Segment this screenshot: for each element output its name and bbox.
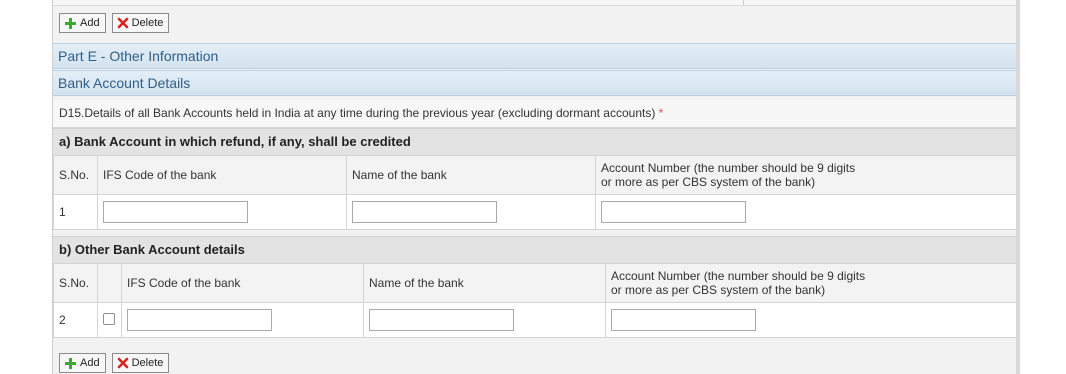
d15-text: D15.Details of all Bank Accounts held in…	[59, 106, 656, 120]
account-number-cell	[605, 302, 1017, 338]
account-number-input[interactable]	[611, 309, 756, 331]
account-header-line1: Account Number (the number should be 9 d…	[611, 269, 866, 283]
col-account-number: Account Number (the number should be 9 d…	[595, 155, 1017, 195]
part-e-header[interactable]: Part E - Other Information	[53, 43, 1017, 69]
col-bank-name: Name of the bank	[363, 263, 606, 303]
ifsc-cell	[121, 302, 364, 338]
row-sno: 2	[53, 302, 98, 338]
select-cell	[97, 302, 122, 338]
delete-row-button-bottom[interactable]: Delete	[111, 353, 170, 373]
ifsc-input[interactable]	[103, 201, 248, 223]
row-select-checkbox[interactable]	[103, 312, 115, 325]
delete-label: Delete	[131, 357, 164, 369]
x-icon	[117, 357, 129, 369]
col-sno: S.No.	[53, 155, 98, 195]
refund-account-heading: a) Bank Account in which refund, if any,…	[53, 128, 1017, 156]
bank-name-cell	[363, 302, 606, 338]
ifsc-input[interactable]	[127, 309, 272, 331]
plus-icon	[64, 357, 77, 370]
add-row-button-top[interactable]: Add	[59, 13, 106, 33]
table-row: 1	[53, 194, 1017, 230]
add-label: Add	[80, 357, 100, 369]
col-account-number: Account Number (the number should be 9 d…	[605, 263, 1017, 303]
table-header-row: S.No. IFS Code of the bank Name of the b…	[53, 155, 1017, 195]
bank-name-input[interactable]	[369, 309, 514, 331]
d15-description: D15.Details of all Bank Accounts held in…	[53, 100, 1017, 128]
itr-form-frame: Add Delete Part E - Other Information Ba…	[52, 0, 1018, 374]
refund-account-table: S.No. IFS Code of the bank Name of the b…	[53, 155, 1017, 230]
bank-name-cell	[346, 194, 596, 230]
x-icon	[117, 17, 129, 29]
add-label: Add	[80, 17, 100, 29]
account-header-line2: or more as per CBS system of the bank)	[601, 175, 816, 189]
bank-account-details-header[interactable]: Bank Account Details	[53, 70, 1017, 96]
delete-row-button-top[interactable]: Delete	[111, 13, 170, 33]
previous-table-bottom	[53, 0, 1017, 6]
row-sno: 1	[53, 194, 98, 230]
account-number-cell	[595, 194, 1017, 230]
required-asterisk: *	[658, 106, 664, 120]
delete-label: Delete	[131, 17, 164, 29]
other-accounts-heading: b) Other Bank Account details	[53, 236, 1017, 264]
account-header-line1: Account Number (the number should be 9 d…	[601, 161, 856, 175]
col-ifsc: IFS Code of the bank	[121, 263, 364, 303]
top-toolbar: Add Delete	[59, 13, 170, 33]
col-sno: S.No.	[53, 263, 98, 303]
ifsc-cell	[97, 194, 347, 230]
add-row-button-bottom[interactable]: Add	[59, 353, 106, 373]
bank-name-input[interactable]	[352, 201, 497, 223]
table-header-row: S.No. IFS Code of the bank Name of the b…	[53, 263, 1017, 303]
table-row: 2	[53, 302, 1017, 338]
scrollbar-track[interactable]	[1016, 0, 1020, 374]
account-number-input[interactable]	[601, 201, 746, 223]
bottom-toolbar: Add Delete	[59, 353, 170, 373]
account-header-line2: or more as per CBS system of the bank)	[611, 283, 826, 297]
col-bank-name: Name of the bank	[346, 155, 596, 195]
col-ifsc: IFS Code of the bank	[97, 155, 347, 195]
other-accounts-table: S.No. IFS Code of the bank Name of the b…	[53, 263, 1017, 338]
plus-icon	[64, 17, 77, 30]
col-select	[97, 263, 122, 303]
